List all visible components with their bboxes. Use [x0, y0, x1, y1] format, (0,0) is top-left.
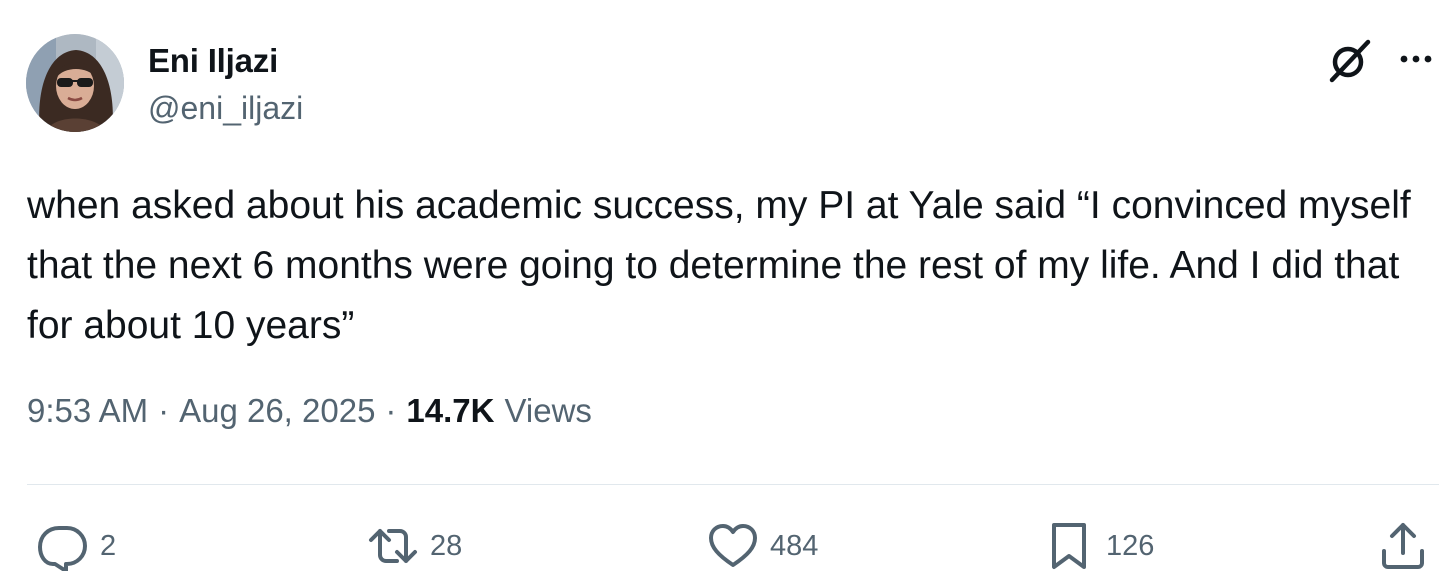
share-icon: [1382, 523, 1424, 569]
tweet-card: Eni Iljazi @eni_iljazi when asked about …: [0, 0, 1456, 580]
reply-count: 2: [100, 529, 117, 562]
like-count: 484: [770, 529, 819, 562]
views-label[interactable]: Views: [504, 392, 591, 430]
retweet-icon: [369, 529, 417, 563]
tweet-text: when asked about his academic success, m…: [27, 184, 1411, 347]
views-count[interactable]: 14.7K: [406, 392, 494, 430]
author-name[interactable]: Eni Iljazi: [148, 42, 278, 80]
author-handle[interactable]: @eni_iljazi: [148, 90, 303, 127]
like-button[interactable]: 484: [708, 520, 818, 572]
bookmark-button[interactable]: 126: [1044, 520, 1154, 572]
bookmark-icon: [1052, 523, 1086, 569]
grok-icon[interactable]: [1326, 36, 1374, 84]
reply-icon: [38, 526, 87, 571]
tweet-meta: 9:53 AM · Aug 26, 2025 · 14.7K Views: [27, 392, 592, 430]
like-icon: [709, 524, 757, 567]
bookmark-count: 126: [1106, 529, 1155, 562]
share-button[interactable]: [1378, 520, 1428, 572]
meta-separator: ·: [158, 392, 170, 429]
tweet-date[interactable]: Aug 26, 2025: [179, 392, 375, 430]
retweet-button[interactable]: 28: [368, 520, 462, 572]
more-icon[interactable]: [1396, 46, 1436, 72]
avatar[interactable]: [26, 34, 124, 132]
reply-button[interactable]: 2: [38, 520, 116, 572]
tweet-time[interactable]: 9:53 AM: [27, 392, 148, 430]
meta-separator: ·: [385, 392, 397, 429]
avatar-photo: [26, 34, 124, 132]
retweet-count: 28: [430, 529, 463, 562]
divider: [27, 484, 1439, 485]
